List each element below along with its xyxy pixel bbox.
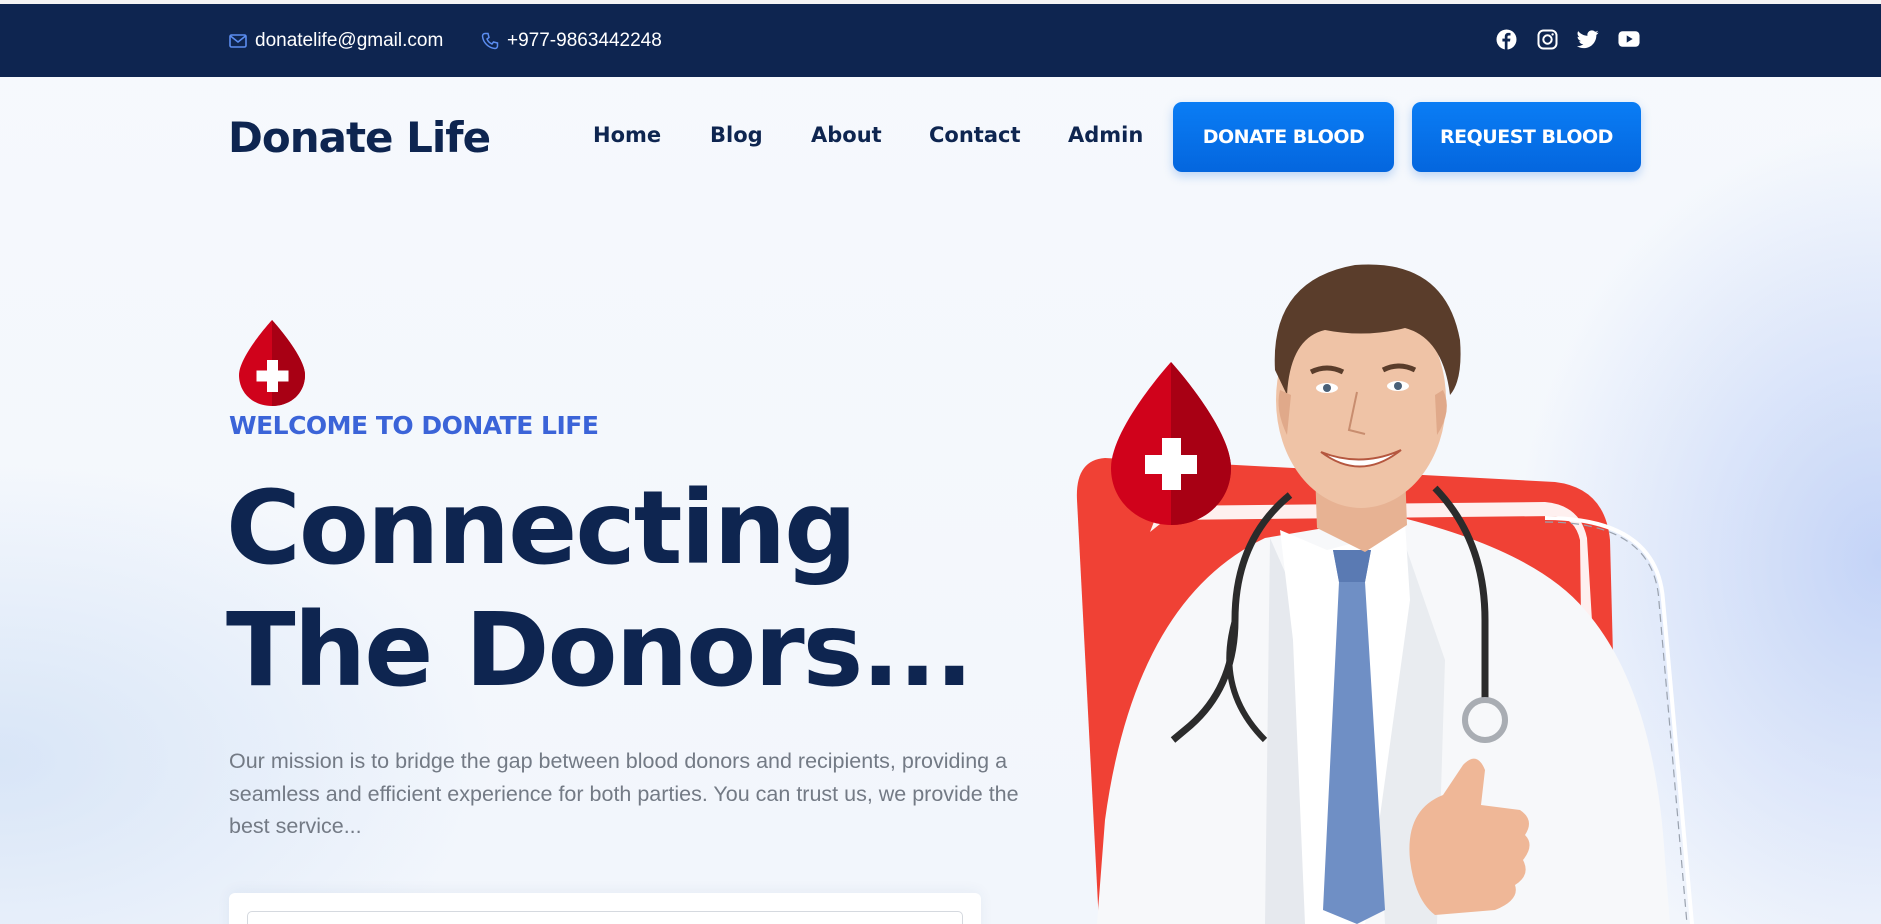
donate-blood-button[interactable]: DONATE BLOOD <box>1173 102 1394 172</box>
site-logo[interactable]: Donate Life <box>228 113 491 162</box>
nav-link-about[interactable]: About <box>811 123 882 147</box>
nav-link-blog[interactable]: Blog <box>710 123 763 147</box>
nav-link-admin[interactable]: Admin <box>1068 123 1143 147</box>
main-navbar: Donate Life Home Blog About Contact Admi… <box>0 77 1881 197</box>
blood-drop-icon <box>239 320 305 406</box>
facebook-icon[interactable] <box>1495 28 1517 50</box>
nav-link-home[interactable]: Home <box>593 123 661 147</box>
phone-contact[interactable]: +977-9863442248 <box>481 4 662 77</box>
request-blood-button[interactable]: REQUEST BLOOD <box>1412 102 1641 172</box>
phone-text: +977-9863442248 <box>507 29 662 51</box>
donor-search-field[interactable] <box>247 911 963 924</box>
twitter-icon[interactable] <box>1577 28 1599 50</box>
donor-search-card <box>229 893 981 924</box>
mission-text: Our mission is to bridge the gap between… <box>229 749 1019 838</box>
headline-line-2: The Donors... <box>226 591 974 710</box>
youtube-icon[interactable] <box>1618 28 1640 50</box>
email-contact[interactable]: donatelife@gmail.com <box>229 4 443 77</box>
hero-headline: Connecting The Donors... <box>226 468 986 712</box>
mail-icon <box>229 33 247 48</box>
doctor-illustration <box>1076 264 1694 924</box>
email-text: donatelife@gmail.com <box>255 29 444 51</box>
social-links <box>1495 28 1640 50</box>
large-blood-drop <box>1111 362 1231 525</box>
nav-link-contact[interactable]: Contact <box>929 123 1021 147</box>
welcome-subtitle: WELCOME TO DONATE LIFE <box>229 411 599 440</box>
instagram-icon[interactable] <box>1536 28 1558 50</box>
phone-icon <box>481 32 499 49</box>
headline-line-1: Connecting <box>226 469 857 588</box>
top-contact-bar: donatelife@gmail.com +977-9863442248 <box>0 4 1881 77</box>
